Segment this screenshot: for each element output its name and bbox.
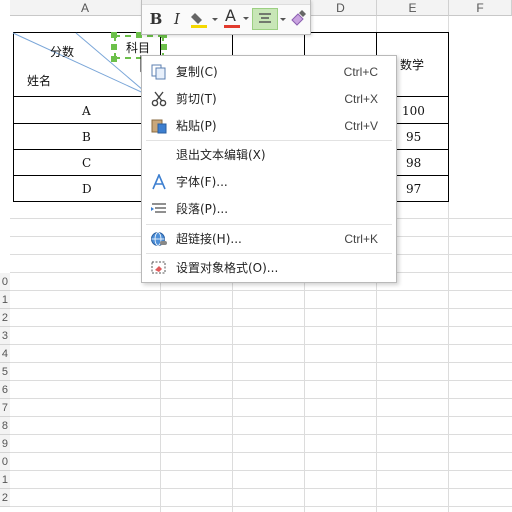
gridline [10,416,512,417]
gridline [10,488,512,489]
copy-icon [151,64,166,80]
header-score-label: 分数 [50,45,75,59]
resize-handle[interactable] [111,44,117,50]
table-cell-name[interactable]: D [82,182,92,196]
menu-item-label: 段落(P)... [176,202,229,216]
paste-icon [151,119,167,134]
menu-item-shortcut: Ctrl+K [344,232,378,246]
gridline [10,344,512,345]
menu-item-label: 设置对象格式(O)... [176,261,279,275]
menu-item-label: 超链接(H)... [176,232,242,246]
italic-button[interactable]: I [168,8,186,30]
highlight-color-button[interactable] [189,8,219,30]
header-name-label: 姓名 [27,74,52,88]
gridline [10,452,512,453]
font-color-button[interactable]: A [222,6,252,30]
menu-item-label: 剪切(T) [176,92,217,106]
resize-handle[interactable] [161,44,167,50]
table-cell-score[interactable]: 95 [406,130,421,144]
menu-item-font[interactable]: 字体(F)... [142,169,396,195]
row-header[interactable]: 0 [0,273,10,291]
menu-separator [146,224,392,225]
paragraph-icon [151,203,166,213]
bold-button[interactable]: B [146,8,166,30]
menu-item-cut[interactable]: 剪切(T) Ctrl+X [142,86,396,112]
gridline [10,398,512,399]
chevron-down-icon [243,17,249,20]
format-painter-button[interactable] [288,8,308,30]
gridline [10,380,512,381]
column-header-d[interactable]: D [305,0,377,16]
row-header[interactable]: 6 [0,381,10,399]
eraser-icon [291,10,306,26]
column-header-f[interactable]: F [449,0,512,16]
context-menu: 复制(C) Ctrl+C 剪切(T) Ctrl+X 粘贴(P) Ctrl+V 退… [141,55,397,283]
row-header[interactable]: 0 [0,453,10,471]
table-cell-score[interactable]: 98 [406,156,421,170]
table-border [448,32,449,202]
row-header[interactable]: 7 [0,399,10,417]
row-header[interactable]: 9 [0,435,10,453]
mini-format-toolbar: B I A [141,0,311,35]
font-color-letter: A [225,6,236,25]
menu-item-shortcut: Ctrl+X [344,92,378,106]
header-math-label: 数学 [400,58,425,72]
hyperlink-icon [151,232,167,246]
align-button[interactable] [252,8,278,30]
gridline [10,326,512,327]
row-header[interactable]: 4 [0,345,10,363]
row-header[interactable]: 2 [0,489,10,507]
row-header[interactable]: 8 [0,417,10,435]
table-cell-name[interactable]: B [82,130,91,144]
menu-item-paste[interactable]: 粘贴(P) Ctrl+V [142,113,396,139]
gridline [10,362,512,363]
subject-textbox-text: 科目 [126,41,151,55]
gridline [10,308,512,309]
menu-item-copy[interactable]: 复制(C) Ctrl+C [142,59,396,85]
table-cell-name[interactable]: A [82,104,91,118]
gridline [10,470,512,471]
gridline [10,506,512,507]
row-header[interactable]: 5 [0,363,10,381]
resize-handle[interactable] [111,32,117,38]
menu-item-label: 字体(F)... [176,175,228,189]
menu-item-label: 复制(C) [176,65,218,79]
format-object-icon [151,261,166,274]
menu-item-label: 粘贴(P) [176,119,217,133]
font-color-bar [224,25,240,28]
menu-item-format-object[interactable]: 设置对象格式(O)... [142,255,396,281]
column-header-e[interactable]: E [377,0,449,16]
table-cell-name[interactable]: C [82,156,91,170]
menu-item-shortcut: Ctrl+V [344,119,378,133]
menu-separator [146,140,392,141]
row-header[interactable]: 2 [0,309,10,327]
row-header[interactable]: 1 [0,471,10,489]
chevron-down-icon[interactable] [280,18,288,23]
resize-handle[interactable] [111,56,117,62]
align-center-icon [259,13,271,23]
menu-item-shortcut: Ctrl+C [343,65,378,79]
menu-item-hyperlink[interactable]: 超链接(H)... Ctrl+K [142,226,396,252]
menu-item-exit-text-edit[interactable]: 退出文本编辑(X) [142,142,396,168]
gridline [10,434,512,435]
menu-separator [146,253,392,254]
row-header[interactable]: 1 [0,291,10,309]
menu-item-paragraph[interactable]: 段落(P)... [142,196,396,222]
font-icon [152,174,166,190]
menu-item-label: 退出文本编辑(X) [176,148,266,162]
table-cell-score[interactable]: 97 [406,182,421,196]
highlight-color-bar [191,25,207,28]
scissors-icon [151,91,167,107]
gridline [10,290,512,291]
row-header[interactable]: 3 [0,327,10,345]
paint-bucket-icon [191,13,218,28]
table-cell-score[interactable]: 100 [402,104,425,118]
